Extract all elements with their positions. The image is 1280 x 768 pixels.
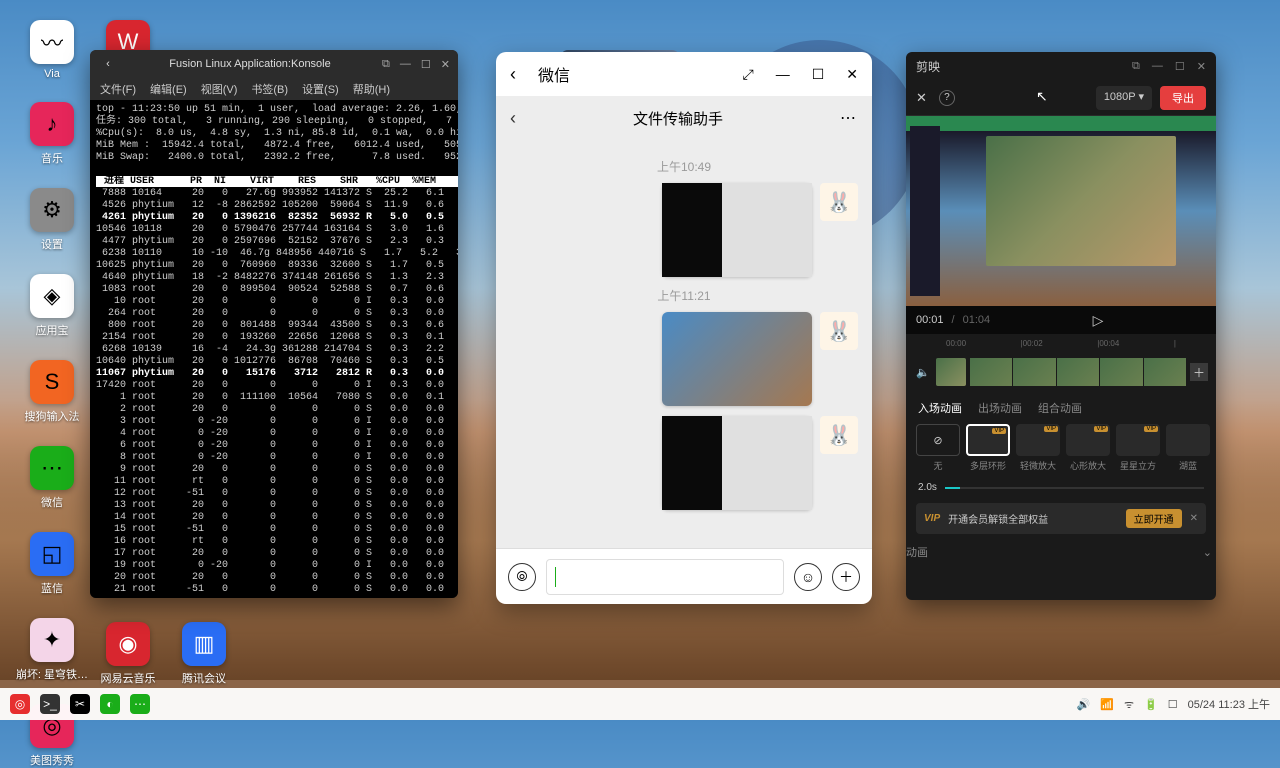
emoji-icon[interactable]: ☺ <box>794 563 822 591</box>
more-icon[interactable]: ⋯ <box>840 108 858 128</box>
expand-icon[interactable]: ⤢ <box>743 66 754 83</box>
message-image[interactable] <box>662 183 812 277</box>
minimize-icon[interactable]: — <box>400 58 411 71</box>
desktop-app[interactable]: ◉ 网易云音乐 <box>98 622 158 686</box>
effect-item[interactable]: ⊘ 无 <box>916 424 960 472</box>
menu-item[interactable]: 帮助(H) <box>353 81 390 97</box>
desktop-app[interactable]: ♪ 音乐 <box>22 102 82 166</box>
close-icon[interactable]: ✕ <box>846 66 858 83</box>
vip-text: 开通会员解锁全部权益 <box>948 511 1048 526</box>
help-icon[interactable]: ? <box>939 90 955 106</box>
video-preview[interactable] <box>906 116 1216 306</box>
desktop-app[interactable]: ✦ 崩坏: 星穹铁… <box>22 618 82 682</box>
timeline-clip[interactable] <box>936 358 966 386</box>
mute-icon[interactable]: 🔈 <box>914 366 932 379</box>
vip-upgrade-button[interactable]: 立即开通 <box>1126 509 1182 528</box>
desktop-app[interactable]: ◱ 蓝信 <box>22 532 82 596</box>
desktop-app[interactable]: ⋯ 微信 <box>22 446 82 510</box>
timestamp: 上午11:21 <box>510 287 858 304</box>
voice-icon[interactable]: ⦾ <box>508 563 536 591</box>
tray-icon[interactable]: 📶 <box>1100 698 1114 711</box>
maximize-icon[interactable]: ☐ <box>421 58 431 71</box>
menu-item[interactable]: 视图(V) <box>201 81 238 97</box>
taskbar-app[interactable]: ◎ <box>10 694 30 714</box>
clock[interactable]: 05/24 11:23 上午 <box>1188 696 1270 712</box>
taskbar: ◎ >_ ✂ ◐ ⋯ 🔊 📶 ᯤ 🔋 ☐ 05/24 11:23 上午 <box>0 688 1280 720</box>
window-title: 剪映 <box>916 58 940 75</box>
taskbar-app[interactable]: ⋯ <box>130 694 150 714</box>
time-total: 01:04 <box>963 314 991 326</box>
taskbar-app[interactable]: ◐ <box>100 694 120 714</box>
close-icon[interactable]: ✕ <box>1190 513 1198 524</box>
menu-item[interactable]: 书签(B) <box>251 81 288 97</box>
timeline-clips[interactable] <box>970 358 1186 386</box>
minimize-icon[interactable]: — <box>776 66 790 83</box>
desktop-app[interactable]: ▥ 腾讯会议 <box>174 622 234 686</box>
back-icon[interactable]: ‹ <box>510 64 516 85</box>
time-current: 00:01 <box>916 314 944 326</box>
menu-item[interactable]: 设置(S) <box>302 81 339 97</box>
terminal-output[interactable]: top - 11:23:50 up 51 min, 1 user, load a… <box>90 100 458 598</box>
desktop-app[interactable]: ⚙ 设置 <box>22 188 82 252</box>
tray-icon[interactable]: ☐ <box>1168 698 1178 711</box>
close-icon[interactable]: ✕ <box>1197 60 1206 73</box>
tab-2[interactable]: 组合动画 <box>1038 400 1082 416</box>
window-new-icon[interactable]: ⧉ <box>1132 60 1140 73</box>
back-icon[interactable]: ‹ <box>98 58 118 70</box>
menu-item[interactable]: 编辑(E) <box>150 81 187 97</box>
jianying-window: 剪映 ⧉ — ☐ ✕ ✕ ? 1080P ▾ 导出 00:01 / 01:04 … <box>906 52 1216 600</box>
chevron-down-icon[interactable]: ⌄ <box>1203 546 1212 559</box>
message-image[interactable] <box>662 312 812 406</box>
maximize-icon[interactable]: ☐ <box>812 66 825 83</box>
effect-item[interactable]: VIP 心形放大 <box>1066 424 1110 472</box>
desktop-app[interactable]: 〰 Via <box>22 20 82 80</box>
effect-item[interactable]: VIP 多层环形 <box>966 424 1010 472</box>
export-button[interactable]: 导出 <box>1160 86 1206 110</box>
duration-slider[interactable] <box>945 487 1204 489</box>
resolution-select[interactable]: 1080P ▾ <box>1096 86 1152 110</box>
effect-item[interactable]: VIP 轻微放大 <box>1016 424 1060 472</box>
tab-0[interactable]: 入场动画 <box>918 400 962 416</box>
minimize-icon[interactable]: — <box>1152 60 1163 73</box>
tab-1[interactable]: 出场动画 <box>978 400 1022 416</box>
konsole-window: ‹ Fusion Linux Application:Konsole ⧉ — ☐… <box>90 50 458 598</box>
duration-value: 2.0s <box>918 482 937 493</box>
avatar[interactable]: 🐰 <box>820 312 858 350</box>
plus-icon[interactable]: ＋ <box>832 563 860 591</box>
desktop-app[interactable]: ◈ 应用宝 <box>22 274 82 338</box>
effect-item[interactable]: VIP 星星立方 <box>1116 424 1160 472</box>
tray-icon[interactable]: ᯤ <box>1124 697 1134 712</box>
taskbar-app[interactable]: ✂ <box>70 694 90 714</box>
message-input[interactable] <box>546 559 784 595</box>
add-clip-icon[interactable]: ＋ <box>1190 363 1208 381</box>
timestamp: 上午10:49 <box>510 158 858 175</box>
effect-item[interactable]: 湖蓝 <box>1166 424 1210 472</box>
menu-item[interactable]: 文件(F) <box>100 81 136 97</box>
cancel-icon[interactable]: ✕ <box>916 90 927 106</box>
message-image[interactable] <box>662 416 812 510</box>
message-list[interactable]: 上午10:49 🐰 上午11:21 🐰 🐰 <box>496 140 872 548</box>
conversation-title: 文件传输助手 <box>516 108 840 129</box>
tray-icon[interactable]: 🔋 <box>1144 698 1158 711</box>
close-icon[interactable]: ✕ <box>441 58 450 71</box>
app-name: 微信 <box>538 62 570 86</box>
wechat-window: ‹ 微信 ⤢ — ☐ ✕ ‹ 文件传输助手 ⋯ 上午10:49 🐰 上午11:2… <box>496 52 872 604</box>
desktop-app[interactable]: S 搜狗输入法 <box>22 360 82 424</box>
play-icon[interactable]: ▷ <box>1093 312 1104 329</box>
vip-logo: VIP <box>924 513 940 524</box>
taskbar-app[interactable]: >_ <box>40 694 60 714</box>
maximize-icon[interactable]: ☐ <box>1175 60 1185 73</box>
panel-label: 动画 <box>906 544 928 560</box>
window-title: Fusion Linux Application:Konsole <box>118 58 382 70</box>
tray-icon[interactable]: 🔊 <box>1077 698 1091 711</box>
window-new-icon[interactable]: ⧉ <box>382 58 390 71</box>
avatar[interactable]: 🐰 <box>820 416 858 454</box>
avatar[interactable]: 🐰 <box>820 183 858 221</box>
